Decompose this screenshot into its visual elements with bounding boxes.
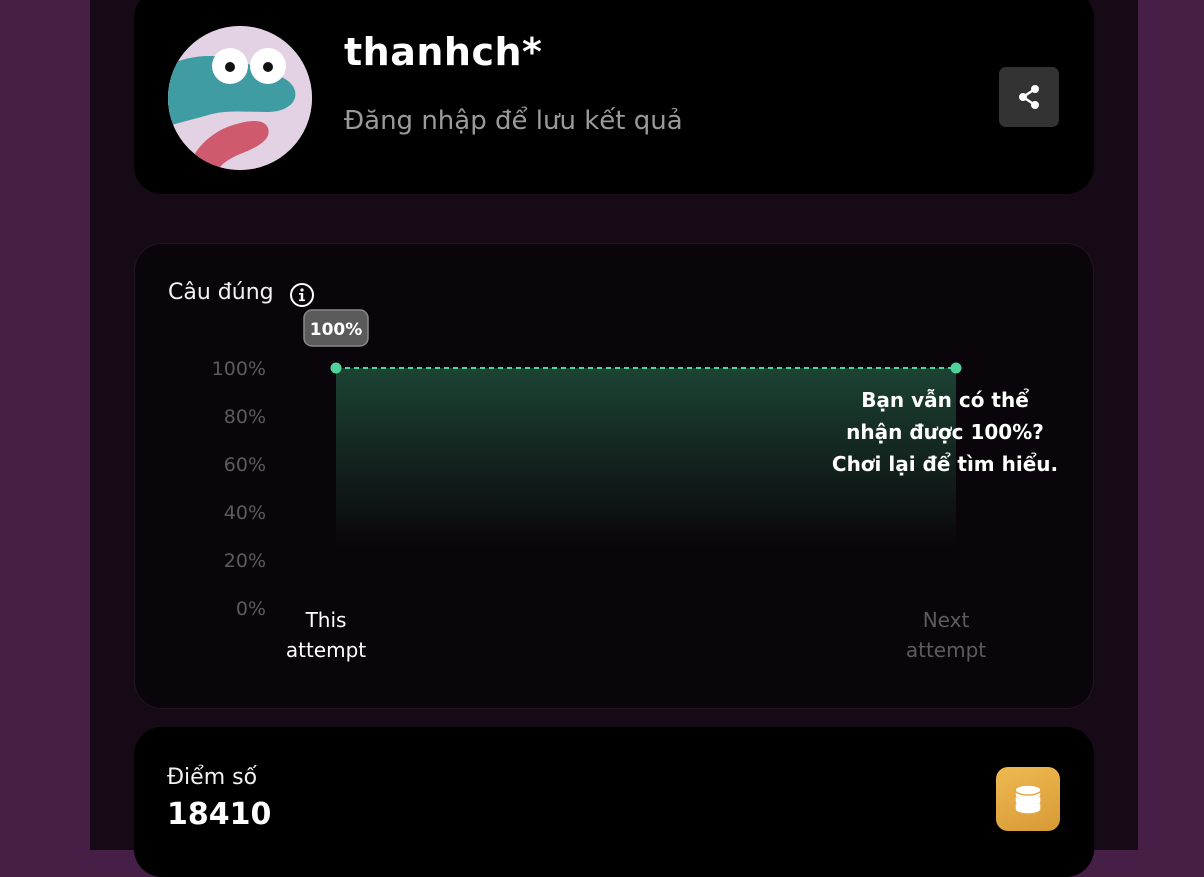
encourage-line: Bạn vẫn có thể [861,388,1029,412]
y-tick-label: 0% [236,598,266,620]
score-card: Điểm số 18410 [134,727,1094,877]
y-tick-label: 60% [224,454,266,476]
encourage-line: Chơi lại để tìm hiểu. [831,452,1059,476]
x-category-label: attempt [286,638,366,662]
results-column: thanhch* Đăng nhập để lưu kết quả Câu đú… [90,0,1138,877]
profile-card: thanhch* Đăng nhập để lưu kết quả [134,0,1094,194]
x-category-label: attempt [906,638,986,662]
avatar-face-icon [168,26,312,170]
data-label: 100% [310,320,363,340]
share-button[interactable] [999,67,1059,127]
avatar [168,26,312,170]
score-label: Điểm số [167,765,258,790]
login-hint-link[interactable]: Đăng nhập để lưu kết quả [344,106,683,136]
score-value: 18410 [167,797,272,832]
data-point [330,362,342,374]
coins-icon [996,767,1060,831]
accuracy-chart-card: Câu đúng 100% 80% 60% 40% 20% 0% 100% This attem… [134,243,1094,709]
coin-stack-glyph [1014,784,1042,815]
y-tick-label: 100% [212,358,266,380]
encourage-line: nhận được 100%? [846,420,1044,444]
y-tick-label: 40% [224,502,266,524]
y-tick-label: 80% [224,406,266,428]
data-point [950,362,962,374]
x-category-label: Next [923,608,970,632]
username: thanhch* [344,30,543,74]
y-tick-label: 20% [224,550,266,572]
share-icon [1019,85,1039,109]
replay-encouragement: Bạn vẫn có thể nhận được 100%? Chơi lại … [815,384,1075,480]
x-category-label: This [305,608,347,632]
